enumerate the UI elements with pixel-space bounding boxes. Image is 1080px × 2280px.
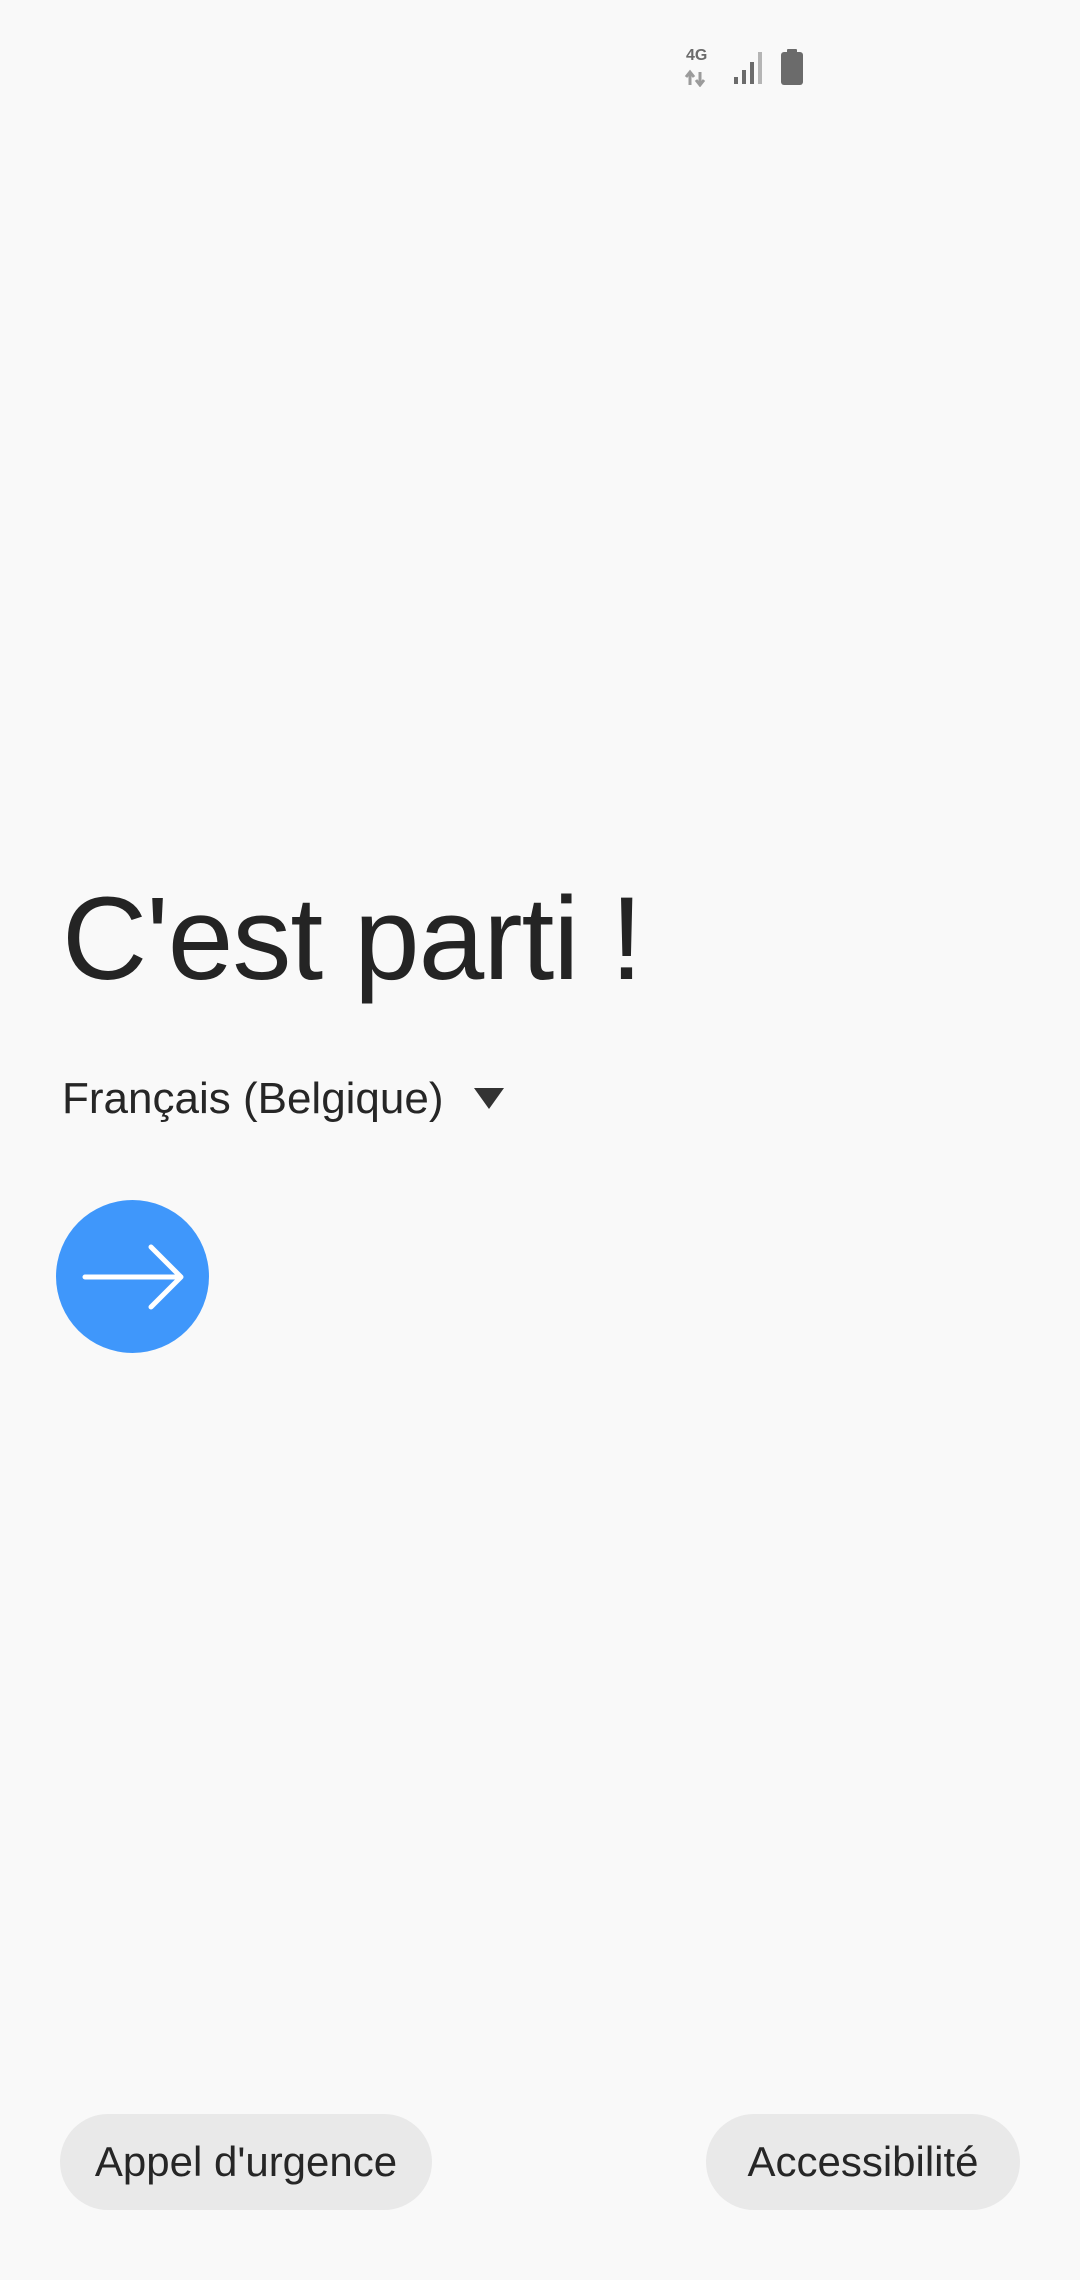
- network-4g-icon: 4G: [680, 47, 716, 87]
- accessibility-label: Accessibilité: [747, 2138, 979, 2185]
- signal-icon: [734, 52, 762, 84]
- emergency-call-label: Appel d'urgence: [94, 2138, 398, 2185]
- status-bar: 4G: [680, 44, 804, 90]
- next-button[interactable]: [56, 1200, 209, 1353]
- caret-down-icon: [473, 1088, 504, 1109]
- welcome-screen: 4G C'est parti ! Français (Belgique) App…: [0, 0, 1080, 2280]
- battery-icon: [781, 49, 803, 85]
- language-dropdown[interactable]: Français (Belgique): [62, 1064, 504, 1134]
- language-selected-label: Français (Belgique): [62, 1074, 444, 1123]
- arrow-right-icon: [82, 1244, 183, 1309]
- emergency-call-button[interactable]: Appel d'urgence: [60, 2114, 432, 2210]
- data-arrows-icon: [684, 69, 706, 87]
- page-title: C'est parti !: [62, 873, 643, 1005]
- accessibility-button[interactable]: Accessibilité: [706, 2114, 1020, 2210]
